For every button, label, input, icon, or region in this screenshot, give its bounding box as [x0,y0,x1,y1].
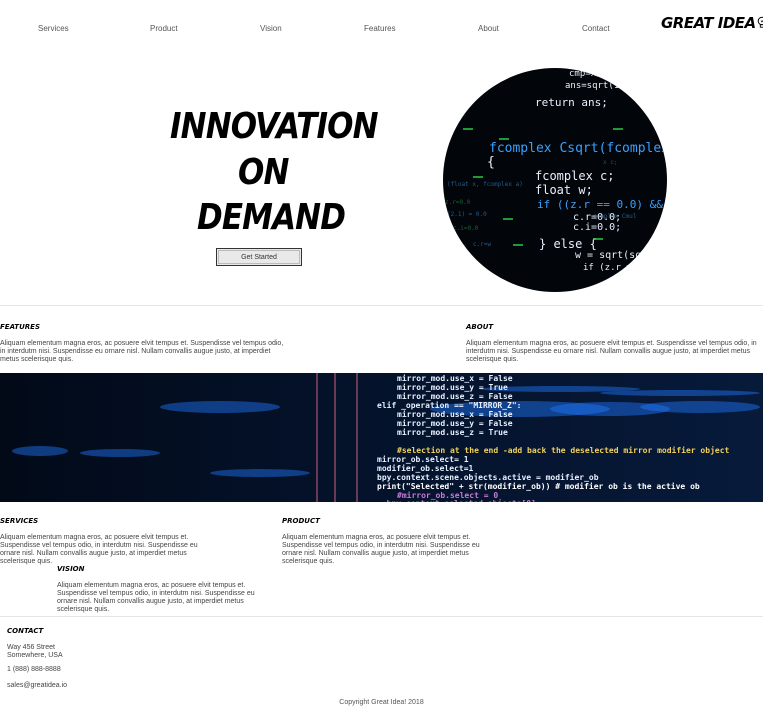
footer-divider [0,616,763,617]
hero-code-svg: (float x, fcomplex a) z.r=0.0 (2.1) = 0.0 c… [445,69,667,273]
hero-headline-line-1: INNOVATION [170,106,379,147]
hero-bg-code-line: (2.1) = 0.0 [447,211,487,218]
contact-title: CONTACT [7,627,44,635]
nav-item-vision[interactable]: Vision [260,24,282,33]
hero-bg-code-line: x c; [603,159,617,166]
hero-code-line: float w; [535,183,593,197]
banner-bokeh [600,390,760,396]
banner-code-line: mirror_mod.use_x = False [397,373,513,383]
banner-bokeh [640,401,760,413]
copyright-text: Copyright Great Idea! 2018 [339,699,424,706]
hero-code-accent [513,244,523,246]
hero-code-line: fcomplex Csqrt(fcomplex z) [489,141,667,156]
banner-bokeh [12,446,68,456]
banner-code-line: elif _operation == "MIRROR_Z": [377,400,522,410]
banner-code-line: mirror_mod.use_z = True [397,427,508,437]
hero-code-line: fcomplex c; [535,169,614,183]
banner-light-streak [316,373,318,502]
hero-code-accent [593,238,603,240]
code-banner-image: mirror_mod.use_x = False mirror_mod.use_y… [0,373,763,502]
banner-light-streak [356,373,358,502]
banner-code-line: = bpy.context.selected_objects[0] [377,498,536,502]
hero-code-line: ans=sqrt(1.0+cmp*cmp); [565,81,667,91]
nav-item-product[interactable]: Product [150,24,178,33]
hero-bg-code-line: c.r=w [473,241,491,248]
vision-title: VISION [57,565,85,573]
nav-item-services[interactable]: Services [38,24,69,33]
banner-code-line: mirror_mod.use_y = False [397,418,513,428]
hero-code-line: return ans; [535,96,608,109]
hero-code-line: if (z.r >= 0.0 [583,263,659,273]
hero-bg-code-line: c.i=0.0 [453,225,479,232]
banner-code-line: modifier_ob.select=1 [377,463,474,473]
banner-code-line: mirror_ob.select= 1 [377,454,469,464]
features-title: FEATURES [0,323,40,331]
hero-code-line: cmp=x/y; [569,69,612,79]
banner-bokeh [80,449,160,457]
hero-headline-line-2: ON [238,152,289,193]
banner-light-streak [334,373,336,502]
banner-code-line: mirror_mod.use_x = False [397,409,513,419]
banner-code-line: mirror_mod.use_z = False [397,391,513,401]
nav-item-about[interactable]: About [478,24,499,33]
vision-body: Aliquam elementum magna eros, ac posuere… [57,582,255,613]
hero-code-accent [499,138,509,140]
product-title: PRODUCT [282,517,320,525]
nav-item-features[interactable]: Features [364,24,396,33]
banner-code-line: bpy.context.scene.objects.active = modif… [377,472,599,482]
hero-bg-code-line: (float x, fcomplex a) [447,181,523,188]
hero-bg-code-line: z.r=0.0 [445,199,471,206]
get-started-button[interactable]: Get Started [216,248,302,266]
code-banner-svg: mirror_mod.use_x = Falsemirror_mod.use_y… [0,373,763,502]
hero-code-line: if ((z.r == 0.0) && (z.i == 0.0)) { [537,198,667,211]
site-logo[interactable]: GREAT IDEA [661,14,763,32]
about-title: ABOUT [466,323,494,331]
hero-code-image: (float x, fcomplex a) z.r=0.0 (2.1) = 0.0 c… [443,68,667,292]
product-body: Aliquam elementum magna eros, ac posuere… [282,534,480,565]
hero-code-accent [503,218,513,220]
banner-bokeh [160,401,280,413]
hero-code-accent [463,128,473,130]
banner-code-line: #selection at the end -add back the dese… [397,445,730,455]
section-divider [0,305,763,306]
hero-code-line: w = sqrt(sqrt(z.r [575,250,667,261]
hero-code-accent [613,128,623,130]
logo-text: GREAT IDEA [661,14,756,32]
hero-code-line: } else { [539,237,597,251]
lightbulb-icon [757,15,763,28]
contact-address-line-1: Way 456 Street [7,644,55,651]
nav-item-contact[interactable]: Contact [582,24,610,33]
contact-address-line-2: Somewhere, USA [7,652,63,659]
banner-code-line: mirror_mod.use_y = True [397,382,508,392]
hero-bg-code-line: plex ex [451,261,477,268]
features-body: Aliquam elementum magna eros, ac posuere… [0,340,284,363]
contact-email[interactable]: sales@greatidea.io [7,682,67,690]
hero-code-line: c.i=0.0; [573,222,621,233]
contact-phone[interactable]: 1 (888) 888-8888 [7,666,61,674]
about-body: Aliquam elementum magna eros, ac posuere… [466,340,757,363]
banner-code-line: print("Selected" + str(modifier_ob)) # m… [377,481,700,491]
hero-code-accent [473,176,483,178]
services-title: SERVICES [0,517,39,525]
services-body: Aliquam elementum magna eros, ac posuere… [0,534,198,565]
banner-bokeh [210,469,310,477]
hero-code-line: { [487,155,495,170]
hero-headline-line-3: DEMAND [197,197,346,238]
